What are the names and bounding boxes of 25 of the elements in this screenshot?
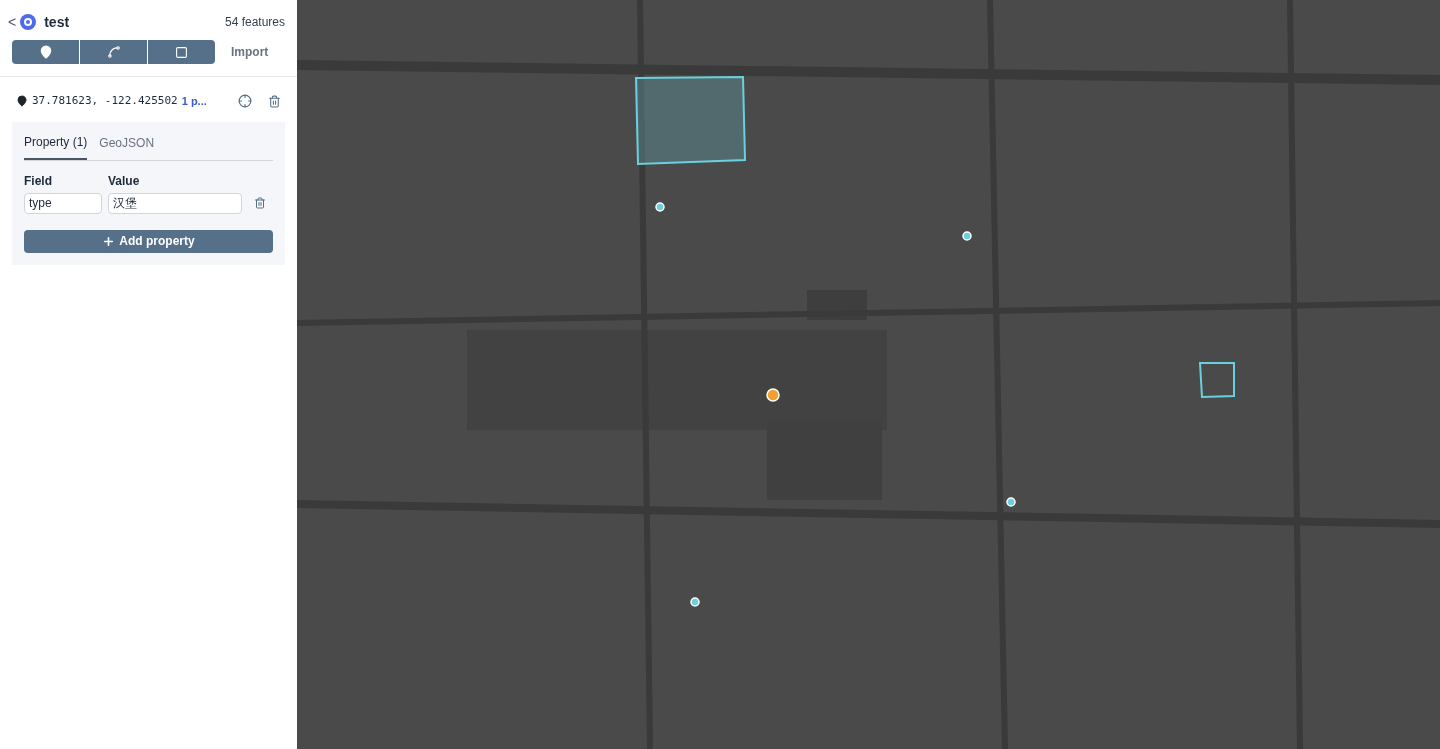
delete-icon[interactable] <box>268 94 281 108</box>
delete-icon[interactable] <box>254 197 266 209</box>
panel-tab[interactable]: Property (1) <box>24 121 88 160</box>
coordinates: 37.781623, -122.425502 <box>32 93 178 109</box>
import-button[interactable]: Import <box>231 44 269 60</box>
locate-icon[interactable] <box>238 94 252 109</box>
pin-icon <box>38 45 53 59</box>
project-title: test <box>44 13 70 32</box>
feature-link[interactable]: 1 p... <box>181 93 207 110</box>
panel-tab[interactable]: GeoJSON <box>99 121 155 160</box>
feature-count: 54 features <box>224 14 285 30</box>
pin-icon <box>16 95 28 108</box>
draw-tool-button[interactable] <box>148 40 215 64</box>
logo-icon <box>20 14 37 30</box>
add-property-button[interactable]: Add property <box>24 229 273 253</box>
back-link[interactable]: < <box>8 12 17 32</box>
field-input[interactable]: type <box>24 192 102 214</box>
value-input[interactable]: 汉堡 <box>108 192 242 214</box>
draw-tool-button[interactable] <box>80 40 147 64</box>
plus-icon <box>102 234 116 248</box>
square-icon <box>175 45 188 59</box>
line-icon <box>106 45 121 59</box>
draw-tool-button[interactable] <box>12 40 79 64</box>
column-header: Value <box>108 172 140 189</box>
column-header: Field <box>24 172 53 189</box>
